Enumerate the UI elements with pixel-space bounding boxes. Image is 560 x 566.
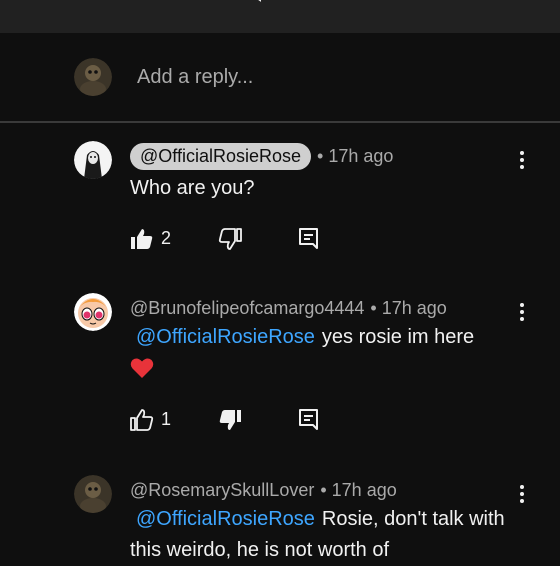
previous-comment-action-bar: [0, 0, 560, 33]
avatar[interactable]: [74, 141, 112, 179]
comment-meta: @OfficialRosieRose • 17h ago: [130, 141, 393, 171]
divider: [0, 121, 560, 123]
reply-icon[interactable]: [298, 408, 320, 432]
comment-text: Who are you?: [130, 177, 255, 199]
comment-author[interactable]: @OfficialRosieRose: [130, 142, 311, 170]
comment-time[interactable]: 17h ago: [382, 298, 447, 319]
more-options-icon[interactable]: [514, 482, 530, 506]
like-icon[interactable]: [130, 408, 154, 432]
comment-time[interactable]: 17h ago: [328, 146, 393, 167]
comment-text-content: yes rosie im here: [321, 326, 475, 348]
like-icon[interactable]: [130, 227, 154, 251]
comment-time[interactable]: 17h ago: [332, 480, 397, 501]
heart-icon: [130, 357, 154, 389]
reply-input[interactable]: Add a reply...: [137, 66, 253, 89]
more-options-icon[interactable]: [514, 148, 530, 172]
separator-dot: •: [370, 297, 377, 318]
reply-composer: Add a reply...: [0, 33, 560, 121]
reply-icon[interactable]: [242, 0, 264, 6]
like-icon[interactable]: [76, 0, 98, 6]
avatar[interactable]: [74, 475, 112, 513]
more-options-icon[interactable]: [514, 300, 530, 324]
comment-actions: 2: [130, 224, 330, 254]
mention-link[interactable]: @OfficialRosieRose: [136, 508, 315, 530]
like-count: 1: [161, 409, 172, 429]
comment-text: @OfficialRosieRose yes rosie im here: [130, 322, 530, 389]
mention-link[interactable]: @OfficialRosieRose: [136, 326, 315, 348]
comment-meta: @RosemarySkullLover • 17h ago: [130, 475, 397, 505]
comment-author[interactable]: @Brunofelipeofcamargo4444: [130, 298, 364, 319]
dislike-icon[interactable]: [170, 0, 192, 6]
comment-author[interactable]: @RosemarySkullLover: [130, 480, 314, 501]
comment-text: @OfficialRosieRose Rosie, don't talk with…: [130, 504, 530, 566]
comment-meta: @Brunofelipeofcamargo4444 • 17h ago: [130, 293, 447, 323]
avatar[interactable]: [74, 293, 112, 331]
dislike-icon[interactable]: [218, 227, 242, 251]
comment-actions: 1: [130, 405, 330, 435]
separator-dot: •: [320, 479, 327, 500]
dislike-icon[interactable]: [218, 408, 242, 432]
reply-icon[interactable]: [298, 227, 320, 251]
like-count: 2: [161, 228, 172, 248]
separator-dot: •: [317, 145, 324, 166]
avatar[interactable]: [74, 58, 112, 96]
